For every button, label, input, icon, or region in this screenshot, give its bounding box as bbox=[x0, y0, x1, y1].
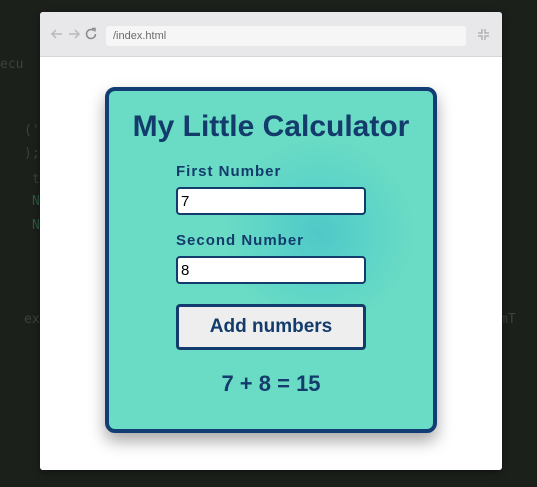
page-viewport: My Little Calculator First Number Second… bbox=[40, 57, 502, 470]
collapse-icon[interactable] bbox=[477, 28, 490, 41]
address-bar[interactable]: /index.html bbox=[106, 26, 466, 46]
browser-window: /index.html My Little Calculator First N… bbox=[40, 12, 502, 470]
add-numbers-button[interactable]: Add numbers bbox=[176, 304, 366, 350]
second-number-label: Second Number bbox=[176, 232, 305, 249]
first-number-label: First Number bbox=[176, 163, 282, 180]
forward-arrow-icon[interactable] bbox=[67, 27, 81, 41]
first-number-input[interactable] bbox=[176, 187, 366, 215]
browser-toolbar: /index.html bbox=[40, 12, 502, 57]
reload-icon[interactable] bbox=[84, 27, 98, 41]
calculator-card: My Little Calculator First Number Second… bbox=[105, 87, 437, 433]
result-text: 7 + 8 = 15 bbox=[221, 371, 321, 396]
back-arrow-icon[interactable] bbox=[50, 27, 64, 41]
page-title: My Little Calculator bbox=[132, 110, 410, 143]
second-number-input[interactable] bbox=[176, 256, 366, 284]
